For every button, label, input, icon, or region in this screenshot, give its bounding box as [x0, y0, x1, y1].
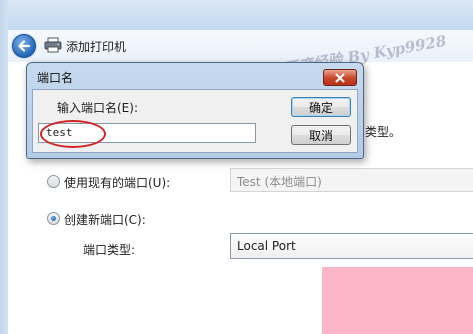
existing-port-value: Test (本地端口): [237, 175, 322, 189]
printer-icon: [44, 37, 62, 53]
port-type-text: 类型。: [365, 125, 402, 139]
port-type-label: 端口类型:: [83, 243, 136, 257]
port-type-select[interactable]: Local Port: [230, 233, 473, 259]
window-frame-top: [0, 0, 473, 30]
pink-overlay: [322, 267, 473, 334]
ok-button[interactable]: 确定: [291, 97, 351, 117]
port-name-prompt: 输入端口名(E):: [57, 101, 138, 115]
create-new-port-label[interactable]: 创建新端口(C):: [64, 211, 146, 228]
back-button[interactable]: [12, 34, 36, 58]
annotation-ellipse: [40, 120, 106, 148]
port-name-dialog: 端口名 输入端口名(E): test 确定 取消: [26, 62, 364, 159]
create-new-port-radio[interactable]: [47, 212, 60, 225]
use-existing-port-label[interactable]: 使用现有的端口(U):: [64, 174, 170, 191]
use-existing-port-radio[interactable]: [47, 175, 60, 188]
existing-port-select: Test (本地端口): [230, 168, 473, 192]
window-frame-left: [0, 0, 8, 334]
dialog-title: 端口名: [37, 71, 74, 85]
cancel-button[interactable]: 取消: [291, 125, 351, 145]
dialog-close-button[interactable]: [323, 69, 357, 86]
dialog-body: 输入端口名(E): test 确定 取消: [32, 89, 358, 153]
close-icon: [335, 73, 345, 82]
wizard-title: 添加打印机: [66, 40, 127, 54]
back-arrow-icon: [18, 40, 31, 52]
port-type-value: Local Port: [237, 239, 296, 253]
